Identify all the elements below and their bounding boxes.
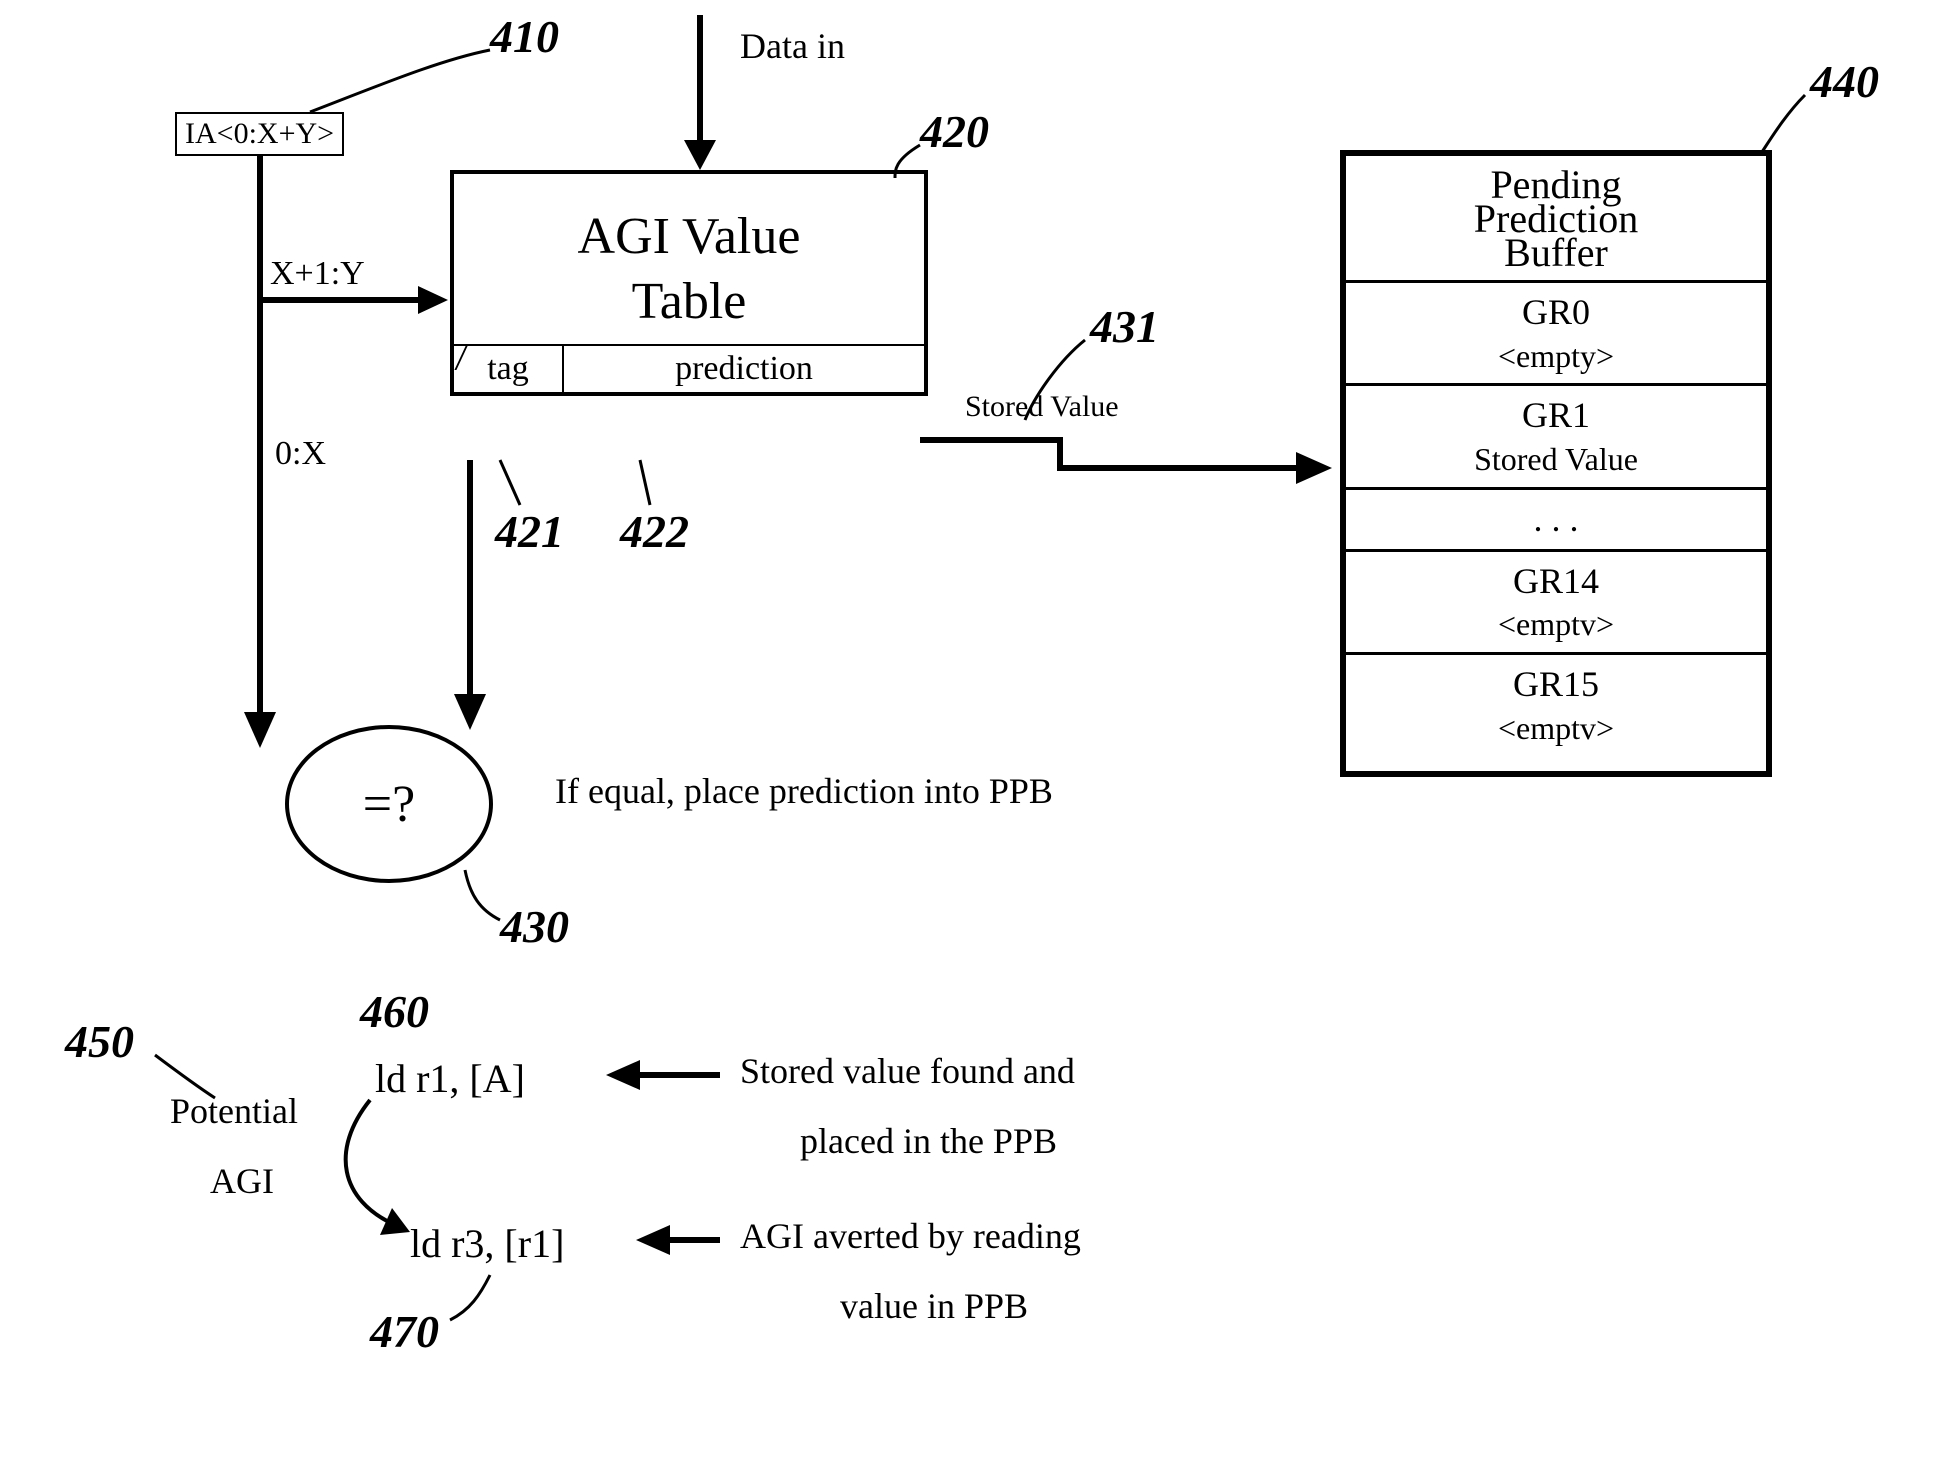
note1-l1: Stored value found and: [740, 1050, 1075, 1092]
note2-l1: AGI averted by reading: [740, 1215, 1081, 1257]
note2-l2: value in PPB: [840, 1285, 1028, 1327]
note1-l2: placed in the PPB: [800, 1120, 1057, 1162]
